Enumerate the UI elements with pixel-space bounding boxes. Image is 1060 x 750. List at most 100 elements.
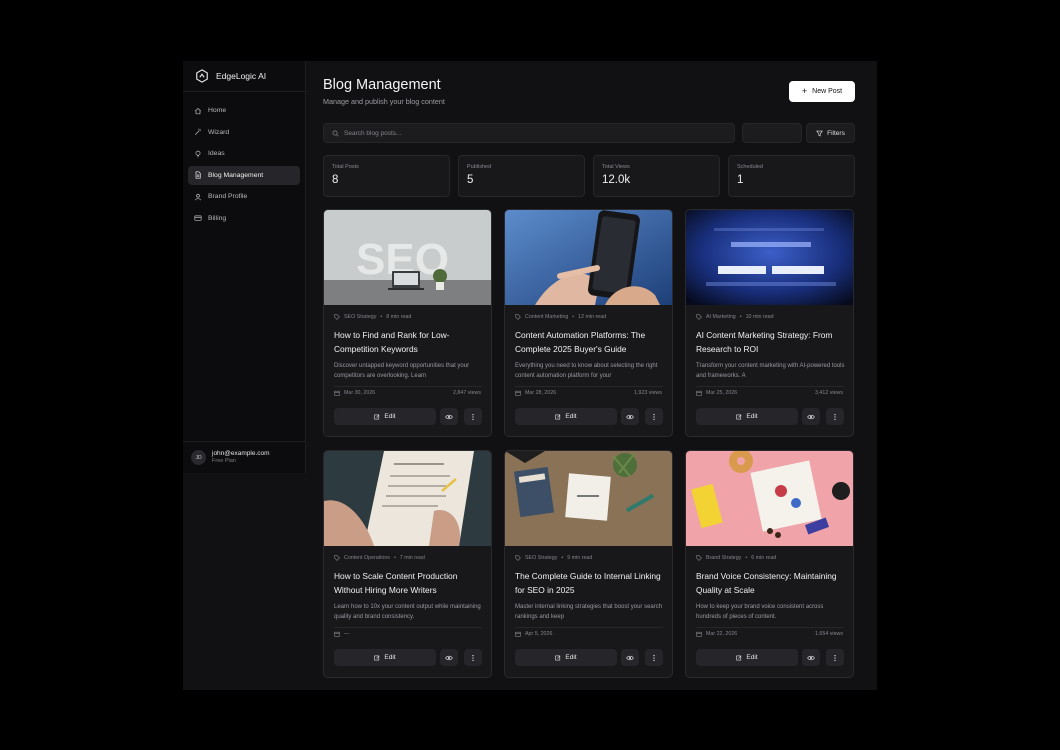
preview-button[interactable] [621,649,639,666]
post-category: SEO Strategy [344,314,377,320]
post-excerpt: Discover untapped keyword opportunities … [334,363,470,379]
post-meta: SEO Strategy • 9 min read [515,555,592,561]
app-name: EdgeLogic AI [216,71,267,81]
more-options-button[interactable] [826,408,844,425]
post-title[interactable]: How to Scale Content Production Without … [334,570,486,597]
post-views: 1,923 views [634,390,662,396]
preview-button[interactable] [621,408,639,425]
divider [334,627,482,628]
separator-dot: • [745,555,748,561]
avatar: JD [191,450,206,465]
edit-icon [555,655,561,660]
eye-icon [807,655,815,660]
edit-button[interactable]: Edit [515,649,617,666]
edit-label: Edit [746,413,758,420]
tag-icon [515,555,521,561]
sidebar-item-ideas[interactable]: Ideas [188,144,300,163]
edit-button[interactable]: Edit [334,649,436,666]
edit-label: Edit [565,413,577,420]
eye-icon [626,655,634,660]
post-excerpt: Transform your content marketing with AI… [696,363,845,379]
more-options-button[interactable] [645,408,663,425]
post-category: Content Operations [344,555,390,561]
sidebar-item-brand-profile[interactable]: Brand Profile [188,187,300,206]
blog-post-card[interactable]: Brand Strategy • 6 min read Brand Voice … [685,450,854,678]
post-title[interactable]: Brand Voice Consistency: Maintaining Qua… [696,570,848,597]
sidebar-item-label: Home [208,107,227,114]
separator-dot: • [739,314,742,320]
stat-label: Total Views [602,164,630,170]
edit-label: Edit [384,654,396,661]
edit-button[interactable]: Edit [696,649,798,666]
divider [696,627,844,628]
post-title[interactable]: The Complete Guide to Internal Linking f… [515,570,667,597]
more-options-button[interactable] [645,649,663,666]
post-excerpt: Everything you need to know about select… [515,363,658,379]
separator-dot: • [393,555,396,561]
separator-dot: • [572,314,575,320]
tag-icon [334,555,340,561]
preview-button[interactable] [802,649,820,666]
blog-post-card[interactable]: Content Operations • 7 min read How to S… [323,450,492,678]
status-select[interactable] [742,123,802,143]
file-text-icon [194,171,202,179]
calendar-icon [515,631,521,637]
stat-label: Published [467,164,492,170]
post-category: Content Marketing [525,314,569,320]
stat-label: Scheduled [737,164,763,170]
search-input[interactable] [344,129,724,137]
main-content: Blog Management Manage and publish your … [323,61,855,690]
more-vertical-icon [834,654,836,661]
sidebar-item-blog-management[interactable]: Blog Management [188,165,300,185]
blog-post-card[interactable]: SEO Strategy • 9 min read The Complete G… [504,450,673,678]
post-title[interactable]: AI Content Marketing Strategy: From Rese… [696,329,848,356]
tag-icon [696,555,702,561]
stat-label: Total Posts [332,164,359,170]
post-title[interactable]: How to Find and Rank for Low-Competition… [334,329,486,356]
preview-button[interactable] [802,408,820,425]
blog-post-card[interactable]: AI Marketing • 10 min read AI Content Ma… [685,209,854,437]
filter-icon [816,130,824,136]
sidebar-item-label: Billing [208,214,227,222]
post-date: Apr 5, 2026 [515,631,552,637]
app-window: EdgeLogic AI Home Wizard Ideas Blog Mana… [183,61,877,690]
more-options-button[interactable] [464,408,482,425]
post-thumbnail [686,210,853,305]
edit-button[interactable]: Edit [515,408,617,425]
tag-icon [334,314,340,320]
new-post-button[interactable]: + New Post [789,81,855,102]
calendar-icon [334,390,340,396]
edit-label: Edit [746,654,758,661]
post-date: Mar 22, 2026 [696,631,737,637]
brand[interactable]: EdgeLogic AI [183,61,305,92]
post-views: 2,847 views [453,390,481,396]
blog-post-card[interactable]: Content Marketing • 12 min read Content … [504,209,673,437]
lightbulb-icon [194,150,202,158]
post-date-text: Mar 25, 2026 [706,390,738,396]
post-title[interactable]: Content Automation Platforms: The Comple… [515,329,667,356]
wand-icon [194,128,202,136]
home-icon [194,107,202,115]
filters-button[interactable]: Filters [806,123,855,143]
stat-value: 12.0k [602,174,631,186]
sidebar-item-wizard[interactable]: Wizard [188,123,300,142]
search-bar[interactable] [323,123,735,143]
blog-post-card[interactable]: SEO SEO Strategy • 8 min read How to Fin… [323,209,492,437]
more-options-button[interactable] [464,649,482,666]
sidebar-item-billing[interactable]: Billing [188,209,300,228]
stat-value: 5 [467,174,474,186]
edit-icon [736,414,742,419]
eye-icon [626,414,634,419]
sidebar-item-home[interactable]: Home [188,101,300,120]
more-options-button[interactable] [826,649,844,666]
divider [515,386,663,387]
stat-value: 1 [737,174,744,186]
preview-button[interactable] [440,649,458,666]
user-profile[interactable]: JD john@example.com Free Plan [183,441,306,473]
preview-button[interactable] [440,408,458,425]
post-date-text: Mar 28, 2026 [525,390,557,396]
edit-button[interactable]: Edit [696,408,798,425]
post-thumbnail [505,210,672,305]
edit-button[interactable]: Edit [334,408,436,425]
calendar-icon [696,631,702,637]
